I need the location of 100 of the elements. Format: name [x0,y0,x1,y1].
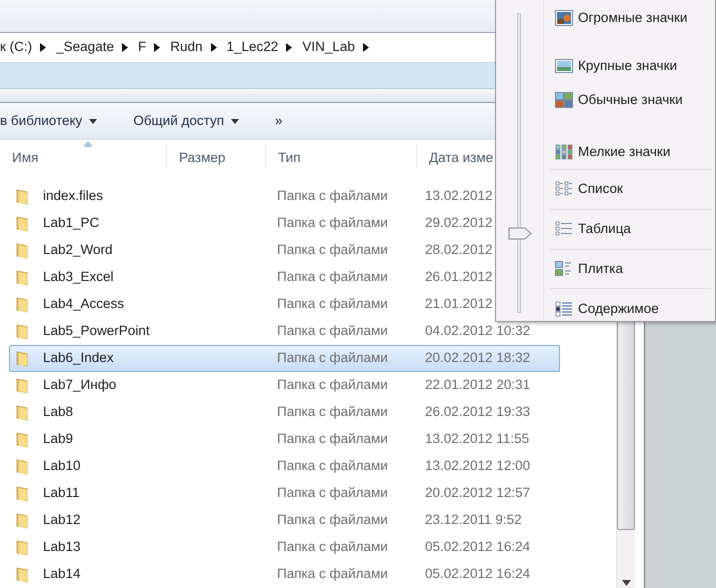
folder-icon [16,378,28,394]
breadcrumb-item[interactable]: VIN_Lab [302,37,363,58]
view-option[interactable]: Таблица [550,208,711,242]
column-header[interactable]: Имя [0,144,167,168]
caret-icon [89,118,98,124]
view-option[interactable]: Список [550,169,711,202]
date-modified: 13.02.2012 [425,187,493,206]
sort-arrow-icon [83,141,93,147]
file-name: Lab1_PC [43,214,100,232]
file-name: Lab13 [43,538,82,556]
view-mode-icon [555,10,573,26]
column-header[interactable]: Размер [167,144,266,168]
file-row[interactable]: Lab7_Инфо Папка с файлами 22.01.2012 20:31 [9,372,560,399]
caret-icon [231,118,240,124]
chevron-icon [362,42,369,52]
breadcrumb-item[interactable]: Rudn [170,37,210,58]
view-option[interactable]: Обычные значки [550,90,711,110]
file-type: Папка с файлами [277,214,389,232]
toolbar-button[interactable]: в библиотеку [0,110,108,132]
file-type: Папка с файлами [277,187,389,206]
breadcrumb-item[interactable]: к (C:) [0,37,40,58]
view-option[interactable]: Содержимое [550,288,711,321]
date-modified: 20.02.2012 12:57 [425,484,530,502]
file-name: Lab8 [43,403,74,422]
folder-icon [16,432,28,448]
view-mode-icon [555,58,573,74]
file-name: Lab6_Index [43,349,115,368]
view-mode-icon [555,144,573,160]
date-modified: 21.01.2012 [425,295,493,314]
file-row[interactable]: Lab13 Папка с файлами 05.02.2012 16:24 [9,534,560,561]
file-name: Lab9 [43,430,74,448]
folder-icon [16,296,28,312]
view-mode-icon [555,300,573,317]
down-arrow-icon [622,580,630,586]
date-modified: 26.02.2012 19:33 [425,403,530,422]
file-row[interactable]: Lab14 Папка с файлами 05.02.2012 16:24 [9,561,560,588]
more-button[interactable]: » [275,110,293,132]
chevron-icon [210,42,216,52]
file-row[interactable]: Lab6_Index Папка с файлами 20.02.2012 18:32 [9,345,560,372]
view-option[interactable]: Огромные значки [550,8,711,28]
view-mode-icon [555,181,573,198]
folder-icon [16,242,28,258]
file-name: Lab14 [43,565,82,584]
file-name: Lab11 [43,484,81,502]
file-name: Lab2_Word [43,241,114,260]
date-modified: 13.02.2012 11:55 [425,430,530,448]
file-type: Папка с файлами [277,376,389,394]
file-type: Папка с файлами [277,241,389,260]
view-mode-icon [555,221,573,238]
folder-icon [16,486,28,502]
file-type: Папка с файлами [277,457,389,476]
view-mode-icon [555,260,573,277]
chevron-icon [154,42,160,52]
file-row[interactable]: Lab11 Папка с файлами 20.02.2012 12:57 [9,480,560,507]
breadcrumb-item[interactable]: F [138,37,154,58]
date-modified: 28.02.2012 [425,241,493,260]
folder-icon [16,324,28,340]
file-type: Папка с файлами [277,349,389,368]
chevron-icon [286,42,292,52]
breadcrumb-item[interactable]: _Seagate [56,37,122,58]
folder-icon [16,188,28,204]
file-row[interactable]: Lab12 Папка с файлами 23.12.2011 9:52 [9,507,560,534]
view-mode-icon [555,92,573,108]
file-name: Lab10 [43,457,82,476]
file-row[interactable]: Lab5_PowerPoint Папка с файлами 04.02.2012 10:32 [9,318,560,345]
date-modified: 13.02.2012 12:00 [425,457,530,476]
file-type: Папка с файлами [277,268,389,286]
file-type: Папка с файлами [277,322,389,340]
slider-thumb[interactable] [508,227,532,240]
file-name: Lab12 [43,511,82,530]
folder-icon [16,540,28,556]
file-row[interactable]: Lab9 Папка с файлами 13.02.2012 11:55 [9,426,560,453]
column-header[interactable]: Тип [266,144,417,168]
file-type: Папка с файлами [277,403,389,422]
date-modified: 23.12.2011 9:52 [425,511,522,530]
file-type: Папка с файлами [277,484,389,502]
date-modified: 20.02.2012 18:32 [425,349,530,368]
file-name: index.files [43,187,104,206]
date-modified: 05.02.2012 16:24 [425,565,530,584]
chevron-icon [122,42,128,52]
file-type: Папка с файлами [277,511,389,530]
file-type: Папка с файлами [277,430,389,448]
file-type: Папка с файлами [277,565,389,584]
folder-icon [16,216,28,232]
toolbar-button[interactable]: Общий доступ [133,110,250,132]
file-row[interactable]: Lab8 Папка с файлами 26.02.2012 19:33 [9,399,560,426]
view-option[interactable]: Мелкие значки [550,142,711,162]
file-type: Папка с файлами [277,538,389,556]
date-modified: 26.01.2012 [425,268,493,286]
date-modified: 05.02.2012 16:24 [425,538,530,556]
file-type: Папка с файлами [277,295,389,314]
view-option[interactable]: Плитка [550,248,711,282]
folder-icon [16,270,28,286]
folder-icon [16,350,28,366]
folder-icon [16,458,28,474]
file-row[interactable]: Lab10 Папка с файлами 13.02.2012 12:00 [9,453,560,480]
breadcrumb-item[interactable]: 1_Lec22 [226,37,286,58]
folder-icon [16,512,28,528]
folder-icon [16,404,28,420]
file-name: Lab4_Access [43,295,126,314]
